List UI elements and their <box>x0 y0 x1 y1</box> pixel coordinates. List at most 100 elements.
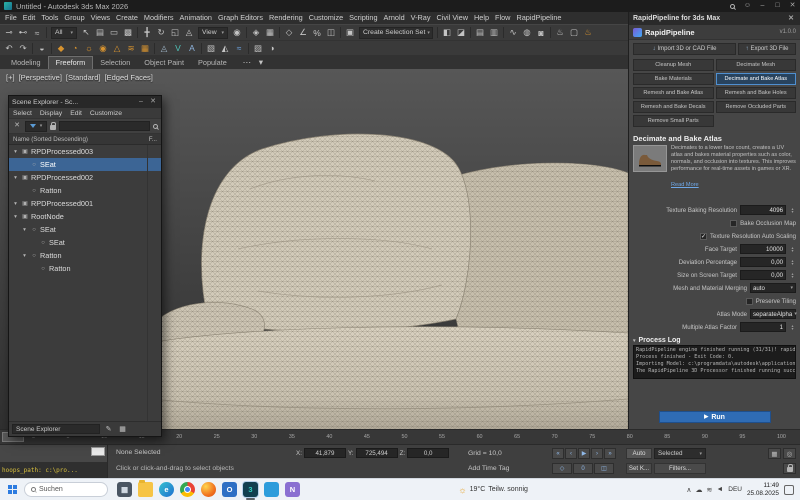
spacewarps-icon[interactable]: ≋ <box>124 41 138 55</box>
selection-filter-dropdown[interactable]: All▾ <box>51 27 77 39</box>
scene-node-ratton[interactable]: ○Ratton <box>9 184 161 197</box>
previous-frame-button[interactable]: ‹ <box>565 448 577 459</box>
input-multiple-atlas-factor[interactable]: 1 <box>740 322 786 332</box>
menu-flow[interactable]: Flow <box>492 12 513 24</box>
viewport-shading-label[interactable]: [Edged Faces] <box>105 73 153 82</box>
import-file-button[interactable]: ↓ Import 3D or CAD File <box>633 43 736 55</box>
undo-icon[interactable]: ↶ <box>2 41 16 55</box>
ribbon-config-icon[interactable]: ⋯ <box>240 55 254 69</box>
bind-to-spacewarp-icon[interactable]: ≈ <box>30 26 44 40</box>
menu-help[interactable]: Help <box>471 12 492 24</box>
read-more-link[interactable]: Read More <box>671 182 699 188</box>
spin-down-icon[interactable]: ▾ <box>791 210 793 214</box>
snaps-toggle-icon[interactable]: ◇ <box>282 26 296 40</box>
selection-set-dropdown[interactable]: Selected ▾ <box>654 448 706 459</box>
quick-search-icon[interactable] <box>725 0 740 12</box>
select-and-rotate-icon[interactable]: ↻ <box>154 26 168 40</box>
maximize-button[interactable]: □ <box>770 0 785 12</box>
close-button[interactable]: ✕ <box>785 0 800 12</box>
menu-file[interactable]: File <box>2 12 20 24</box>
dropdown-mesh-and-material-merging[interactable]: auto▾ <box>750 283 796 293</box>
redo-icon[interactable]: ↷ <box>16 41 30 55</box>
process-log-output[interactable]: RapidPipeline engine finished running (3… <box>633 345 796 379</box>
menu-rendering[interactable]: Rendering <box>266 12 306 24</box>
input-size-on-screen-target[interactable]: 0,00 <box>740 270 786 280</box>
cameras-icon[interactable]: ◉ <box>96 41 110 55</box>
scene-node-rpdprocessed001[interactable]: ▾▣RPDProcessed001 <box>9 197 161 210</box>
menu-edit[interactable]: Edit <box>20 12 39 24</box>
civil-view-icon[interactable]: ◬ <box>157 41 171 55</box>
select-by-name-icon[interactable]: ▤ <box>93 26 107 40</box>
scene-explorer-column-header[interactable]: Name (Sorted Descending) F... <box>9 134 161 145</box>
spin-down-icon[interactable]: ▾ <box>791 262 793 266</box>
scene-node-ratton[interactable]: ○Ratton <box>9 262 161 275</box>
firefox-icon[interactable] <box>201 482 216 497</box>
menu-scripting[interactable]: Scripting <box>346 12 380 24</box>
scene-node-seat[interactable]: ○SEat <box>9 158 161 171</box>
checkbox-bake-occlusion-map[interactable] <box>730 220 737 227</box>
next-frame-button[interactable]: › <box>591 448 603 459</box>
se-search-input[interactable] <box>59 121 150 131</box>
scene-node-rootnode[interactable]: ▾▣RootNode <box>9 210 161 223</box>
scene-explorer-toggle-icon[interactable]: ▤ <box>473 26 487 40</box>
taskbar-search[interactable]: Suchen <box>24 482 108 497</box>
key-filters-button[interactable]: Filters... <box>654 463 706 474</box>
massfx-icon[interactable]: ◭ <box>218 41 232 55</box>
explorer-grid-icon[interactable]: ▦ <box>117 422 128 436</box>
notes-icon[interactable]: N <box>285 482 300 497</box>
menu-graph-editors[interactable]: Graph Editors <box>215 12 266 24</box>
viewport-standard-label[interactable]: [Standard] <box>66 73 101 82</box>
use-pivot-center-icon[interactable]: ◉ <box>230 26 244 40</box>
viewport-general-menu[interactable]: [+] <box>6 73 15 82</box>
containers-icon[interactable]: ▧ <box>204 41 218 55</box>
process-log-expander-icon[interactable]: ▾ <box>633 338 636 344</box>
signin-user-icon[interactable]: ☺ <box>740 0 755 12</box>
se-close-icon[interactable]: ✕ <box>148 96 158 108</box>
se-minimize-icon[interactable]: – <box>136 96 146 108</box>
play-button[interactable]: ▶ <box>578 448 590 459</box>
ribbon-minimize-icon[interactable]: ▾ <box>254 55 268 69</box>
scene-explorer-window[interactable]: Scene Explorer - Sc... – ✕ SelectDisplay… <box>8 95 162 437</box>
arnold-toolbar-icon[interactable]: A <box>185 41 199 55</box>
shapes-icon[interactable]: ◔ <box>68 41 82 55</box>
node-expand-icon[interactable]: ▾ <box>12 214 19 220</box>
x-coordinate-field[interactable]: 41,879 <box>304 448 346 458</box>
name-column-header[interactable]: Name (Sorted Descending) <box>13 136 88 143</box>
isolate-toggle-button[interactable]: ◎ <box>783 448 796 459</box>
menu-animation[interactable]: Animation <box>177 12 215 24</box>
fluids-icon[interactable]: ≈ <box>232 41 246 55</box>
node-expand-icon[interactable]: ▾ <box>21 227 28 233</box>
select-and-move-icon[interactable]: ╋ <box>140 26 154 40</box>
ribbon-tab-modeling[interactable]: Modeling <box>4 57 48 69</box>
menu-views[interactable]: Views <box>88 12 113 24</box>
checkbox-preserve-tiling[interactable] <box>746 298 753 305</box>
node-expand-icon[interactable]: ▾ <box>12 175 19 181</box>
node-expand-icon[interactable]: ▾ <box>12 201 19 207</box>
notification-center-icon[interactable] <box>784 485 794 495</box>
key-mode-toggle-button[interactable]: ◇ <box>552 463 572 474</box>
search-icon[interactable] <box>153 124 158 129</box>
se-menu-edit[interactable]: Edit <box>66 110 86 117</box>
preset-bake-materials[interactable]: Bake Materials <box>633 73 714 85</box>
vscode-icon[interactable] <box>264 482 279 497</box>
onedrive-icon[interactable]: ☁ <box>695 486 702 494</box>
se-menu-customize[interactable]: Customize <box>86 110 126 117</box>
viewport-layout-button[interactable]: ▦ <box>768 448 781 459</box>
menu-v-ray[interactable]: V-Ray <box>408 12 434 24</box>
select-and-link-icon[interactable]: ⊸ <box>2 26 16 40</box>
schematic-view-icon[interactable]: ◍ <box>520 26 534 40</box>
window-crossing-icon[interactable]: ▩ <box>121 26 135 40</box>
material-editor-icon[interactable]: ◙ <box>534 26 548 40</box>
process-log-header[interactable]: ▾ Process Log <box>629 334 800 345</box>
scene-node-ratton[interactable]: ▾○Ratton <box>9 249 161 262</box>
current-frame-field[interactable]: 0 <box>573 463 593 474</box>
spin-down-icon[interactable]: ▾ <box>791 249 793 253</box>
input-texture-baking-resolution[interactable]: 4096 <box>740 205 786 215</box>
spinner-multiple-atlas-factor[interactable]: ▴▾ <box>789 322 796 332</box>
ribbon-tab-object-paint[interactable]: Object Paint <box>137 57 191 69</box>
angle-snap-icon[interactable]: ∠ <box>296 26 310 40</box>
node-expand-icon[interactable]: ▾ <box>12 149 19 155</box>
select-and-manipulate-icon[interactable]: ◈ <box>249 26 263 40</box>
systems-icon[interactable]: ▦ <box>138 41 152 55</box>
vray-toolbar-icon[interactable]: V <box>171 41 185 55</box>
